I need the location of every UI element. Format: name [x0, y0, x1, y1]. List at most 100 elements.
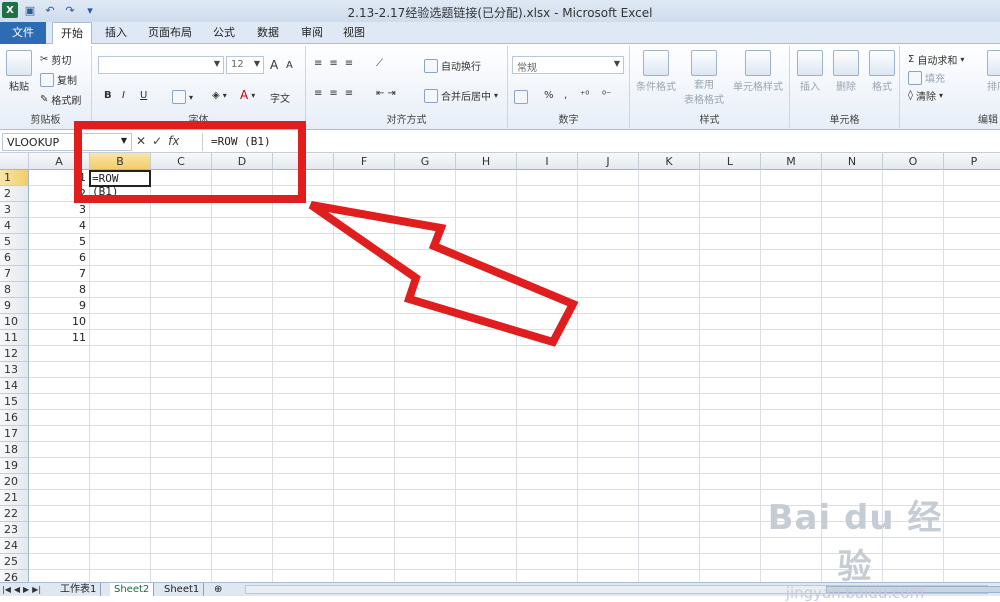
tab-insert[interactable]: 插入 — [98, 22, 134, 44]
column-header-k[interactable]: K — [639, 153, 700, 170]
clear-button[interactable]: ◊ 清除 ▾ — [908, 88, 943, 103]
format-cells-button[interactable]: 格式 — [866, 50, 898, 93]
first-sheet-icon[interactable]: |◀ — [2, 583, 11, 596]
cell-a10[interactable]: 10 — [29, 314, 89, 330]
column-header-d[interactable]: D — [212, 153, 273, 170]
row-header-17[interactable]: 17 — [0, 426, 29, 442]
italic-button[interactable]: I — [122, 90, 125, 101]
column-header-o[interactable]: O — [883, 153, 944, 170]
cell-a11[interactable]: 11 — [29, 330, 89, 346]
row-header-10[interactable]: 10 — [0, 314, 29, 330]
row-header-26[interactable]: 26 — [0, 570, 29, 582]
select-all-corner[interactable] — [0, 153, 29, 170]
formula-input[interactable]: =ROW (B1) — [202, 133, 1000, 151]
horizontal-align-buttons[interactable]: ≡ ≡ ≡ — [314, 88, 357, 99]
row-header-25[interactable]: 25 — [0, 554, 29, 570]
row-header-20[interactable]: 20 — [0, 474, 29, 490]
indent-buttons[interactable]: ⇤ ⇥ — [376, 88, 396, 99]
format-as-table-button[interactable]: 套用 表格格式 — [680, 50, 728, 106]
cell-a3[interactable]: 3 — [29, 202, 89, 218]
active-cell-b1[interactable]: =ROW (B1) — [89, 170, 151, 198]
row-header-15[interactable]: 15 — [0, 394, 29, 410]
conditional-format-button[interactable]: 条件格式 — [632, 50, 680, 93]
tab-file[interactable]: 文件 — [0, 22, 46, 44]
cell-a6[interactable]: 6 — [29, 250, 89, 266]
phonetic-button[interactable]: 字文 — [270, 90, 290, 105]
row-header-7[interactable]: 7 — [0, 266, 29, 282]
font-color-button[interactable]: A ▾ — [240, 88, 255, 102]
cell-a1[interactable]: 1 — [29, 170, 89, 186]
increase-decimal-button[interactable]: ⁺⁰ — [580, 90, 589, 101]
grow-font-button[interactable]: A — [270, 58, 278, 72]
font-size-combo[interactable]: 12 ▼ — [226, 56, 264, 74]
column-header-l[interactable]: L — [700, 153, 761, 170]
underline-button[interactable]: U — [140, 90, 147, 101]
cell-a8[interactable]: 8 — [29, 282, 89, 298]
next-sheet-icon[interactable]: ▶ — [23, 583, 29, 596]
tab-home[interactable]: 开始 — [52, 22, 92, 45]
row-header-4[interactable]: 4 — [0, 218, 29, 234]
accounting-format-button[interactable] — [514, 90, 528, 104]
autosum-button[interactable]: Σ 自动求和 ▾ — [908, 52, 964, 67]
comma-style-button[interactable]: , — [564, 90, 567, 101]
row-header-6[interactable]: 6 — [0, 250, 29, 266]
row-header-13[interactable]: 13 — [0, 362, 29, 378]
row-header-24[interactable]: 24 — [0, 538, 29, 554]
row-header-22[interactable]: 22 — [0, 506, 29, 522]
paste-button[interactable]: 粘贴 — [6, 50, 32, 93]
orientation-button[interactable]: ⟋ — [376, 58, 383, 69]
column-header-f[interactable]: F — [334, 153, 395, 170]
insert-cells-button[interactable]: 插入 — [794, 50, 826, 93]
row-header-8[interactable]: 8 — [0, 282, 29, 298]
cell-styles-button[interactable]: 单元格样式 — [730, 50, 786, 93]
column-header-e[interactable]: E — [273, 153, 334, 170]
sheet-tab-3[interactable]: Sheet1 — [160, 583, 205, 596]
font-name-combo[interactable]: ▼ — [98, 56, 224, 74]
row-header-16[interactable]: 16 — [0, 410, 29, 426]
tab-page-layout[interactable]: 页面布局 — [142, 22, 198, 44]
wrap-text-button[interactable]: 自动换行 — [424, 58, 481, 73]
column-header-n[interactable]: N — [822, 153, 883, 170]
enter-icon[interactable]: ✓ — [152, 134, 162, 148]
number-format-combo[interactable]: 常规 ▼ — [512, 56, 624, 74]
bold-button[interactable]: B — [104, 90, 112, 101]
tab-data[interactable]: 数据 — [250, 22, 286, 44]
row-header-9[interactable]: 9 — [0, 298, 29, 314]
percent-button[interactable]: % — [544, 90, 554, 101]
row-header-11[interactable]: 11 — [0, 330, 29, 346]
cancel-icon[interactable]: ✕ — [136, 134, 146, 148]
decrease-decimal-button[interactable]: ⁰⁻ — [602, 90, 611, 101]
row-header-23[interactable]: 23 — [0, 522, 29, 538]
column-header-h[interactable]: H — [456, 153, 517, 170]
cell-a4[interactable]: 4 — [29, 218, 89, 234]
column-header-a[interactable]: A — [29, 153, 90, 170]
row-header-12[interactable]: 12 — [0, 346, 29, 362]
delete-cells-button[interactable]: 删除 — [830, 50, 862, 93]
last-sheet-icon[interactable]: ▶| — [32, 583, 41, 596]
new-sheet-button[interactable]: ⊕ — [210, 583, 226, 596]
sheet-tab-2[interactable]: Sheet2 — [110, 583, 155, 596]
name-box[interactable]: VLOOKUP ▼ — [2, 133, 132, 151]
fill-button[interactable]: 填充 — [908, 70, 945, 85]
column-header-g[interactable]: G — [395, 153, 456, 170]
insert-function-icon[interactable]: fx — [168, 134, 179, 148]
shrink-font-button[interactable]: A — [286, 60, 293, 71]
column-header-i[interactable]: I — [517, 153, 578, 170]
cell-a7[interactable]: 7 — [29, 266, 89, 282]
tab-review[interactable]: 审阅 — [294, 22, 330, 44]
cell-a2[interactable]: 2 — [29, 186, 89, 202]
cell-a5[interactable]: 5 — [29, 234, 89, 250]
merge-center-button[interactable]: 合并后居中 ▾ — [424, 88, 498, 103]
fill-color-button[interactable]: ◈ ▾ — [212, 90, 227, 101]
row-header-19[interactable]: 19 — [0, 458, 29, 474]
row-header-1[interactable]: 1 — [0, 170, 29, 186]
sort-filter-button[interactable]: 排序 — [982, 50, 1000, 93]
row-header-18[interactable]: 18 — [0, 442, 29, 458]
column-header-p[interactable]: P — [944, 153, 1000, 170]
row-header-21[interactable]: 21 — [0, 490, 29, 506]
cell-a9[interactable]: 9 — [29, 298, 89, 314]
column-header-b[interactable]: B — [90, 153, 151, 170]
column-header-j[interactable]: J — [578, 153, 639, 170]
row-header-3[interactable]: 3 — [0, 202, 29, 218]
row-header-2[interactable]: 2 — [0, 186, 29, 202]
